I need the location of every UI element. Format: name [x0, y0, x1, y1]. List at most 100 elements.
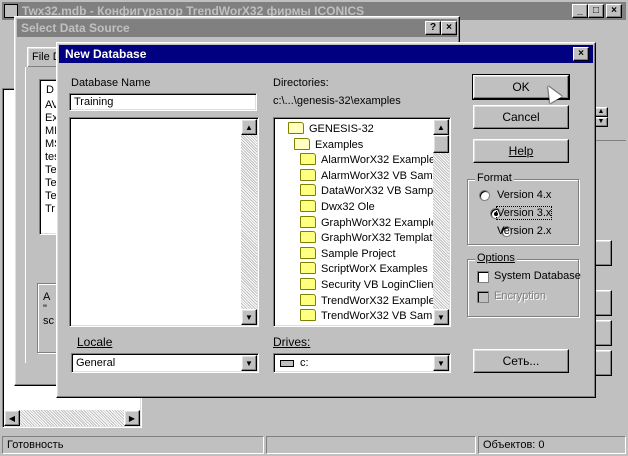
main-hscroll-right[interactable]: ▶	[124, 410, 140, 426]
drives-select[interactable]: c:	[273, 353, 451, 373]
close-button[interactable]: ×	[606, 4, 622, 18]
folder-icon	[300, 278, 316, 291]
main-spin-up[interactable]: ▲	[594, 107, 608, 117]
directory-tree-label: TrendWorX32 VB Samp	[321, 310, 439, 323]
dsn-list-header: D	[46, 84, 54, 96]
system-database-label[interactable]: System Database	[494, 270, 581, 282]
dir-scroll-thumb[interactable]	[433, 135, 449, 153]
description-text: A	[43, 291, 51, 303]
maximize-button[interactable]: □	[588, 4, 604, 18]
status-panel-right: Объектов: 0	[478, 436, 626, 454]
main-hscroll-track[interactable]	[4, 410, 140, 426]
directory-tree-item[interactable]: GraphWorX32 Template	[300, 231, 439, 246]
directory-tree-item[interactable]: TrendWorX32 Examples	[300, 293, 441, 309]
options-group	[467, 259, 579, 317]
directory-tree-label: AlarmWorX32 VB Sampl	[321, 169, 442, 182]
main-side-button-2[interactable]	[594, 290, 612, 316]
directory-path: c:\...\genesis-32\examples	[273, 95, 401, 107]
db-list-scroll-down[interactable]: ▼	[241, 309, 257, 325]
help-button[interactable]: Help	[473, 139, 569, 163]
main-side-button-1[interactable]	[594, 240, 612, 266]
options-label: Options	[475, 252, 517, 264]
directory-tree-label: DataWorX32 VB Sample	[321, 185, 442, 198]
select-help-button[interactable]: ?	[425, 21, 441, 35]
directory-tree-item[interactable]: DataWorX32 VB Sample	[300, 184, 442, 199]
folder-icon	[300, 200, 316, 213]
dir-scroll-up[interactable]: ▲	[433, 119, 449, 135]
dsn-list-item[interactable]: Te	[45, 190, 57, 202]
network-button[interactable]: Сеть...	[473, 349, 569, 373]
db-name-input[interactable]	[69, 93, 257, 111]
directory-tree-item[interactable]: Security VB LoginClient	[300, 278, 437, 293]
locale-label: Locale	[77, 335, 113, 349]
db-list-vscroll[interactable]	[241, 119, 257, 325]
main-spin-down[interactable]: ▼	[594, 117, 608, 127]
drives-value: c:	[300, 357, 309, 369]
folder-icon	[300, 293, 316, 306]
directory-tree-item[interactable]: Sample Project	[300, 246, 396, 262]
directory-tree-label: GraphWorX32 Examples	[321, 216, 443, 229]
status-panel-mid	[266, 436, 476, 454]
locale-dropdown-arrow[interactable]: ▼	[241, 355, 257, 371]
directory-tree-item[interactable]: ScriptWorX Examples	[300, 262, 428, 277]
directory-tree-item[interactable]: GraphWorX32 Examples	[300, 215, 443, 231]
minimize-button[interactable]: _	[572, 4, 588, 18]
dir-scroll-down[interactable]: ▼	[433, 309, 449, 325]
main-hscroll-left[interactable]: ◀	[4, 410, 20, 426]
status-text: Готовность	[7, 439, 64, 451]
directory-tree-label: ScriptWorX Examples	[321, 263, 428, 276]
encryption-label: Encryption	[494, 290, 546, 302]
directory-tree-item[interactable]: GENESIS-32	[288, 122, 374, 137]
locale-select[interactable]: General	[71, 353, 259, 373]
directory-tree-label: Examples	[315, 138, 364, 151]
select-dialog-title: Select Data Source	[21, 21, 130, 35]
folder-icon	[300, 246, 316, 259]
directory-tree-item[interactable]: AlarmWorX32 Examples	[300, 153, 441, 168]
cancel-button[interactable]: Cancel	[473, 105, 569, 129]
folder-icon	[300, 153, 316, 166]
directory-tree-label: AlarmWorX32 Examples	[321, 154, 441, 167]
dsn-list-item[interactable]: Tr	[45, 203, 55, 215]
directory-tree-label: TrendWorX32 Examples	[321, 294, 441, 307]
new-db-close-button[interactable]: ×	[573, 47, 589, 61]
folder-icon	[300, 168, 316, 181]
drives-label: Drives:	[273, 335, 311, 349]
select-dialog-title-bar[interactable]: Select Data Source ? ×	[17, 19, 457, 37]
main-side-button-3[interactable]	[594, 320, 612, 346]
directory-tree-label: Dwx32 Ole	[321, 201, 375, 213]
format-radio-label[interactable]: Version 3.x	[495, 206, 553, 220]
directory-tree-label: Security VB LoginClient	[321, 279, 437, 291]
folder-icon	[300, 262, 316, 275]
folder-icon	[300, 231, 316, 244]
new-db-title-bar[interactable]: New Database ×	[59, 45, 593, 63]
db-name-label: Database Name	[71, 77, 151, 89]
db-list-scroll-up[interactable]: ▲	[241, 119, 257, 135]
system-database-checkbox[interactable]	[477, 271, 489, 283]
dsn-list-item[interactable]: Te	[45, 177, 57, 189]
directory-tree[interactable]: GENESIS-32 Examples AlarmWorX32 Examples Al…	[273, 117, 451, 327]
new-database-dialog: New Database × Database Name ▲ ▼ Directo…	[56, 42, 596, 398]
directories-label: Directories:	[273, 77, 329, 89]
locale-value: General	[76, 357, 116, 369]
directory-tree-item[interactable]: TrendWorX32 VB Samp	[300, 309, 438, 324]
directory-tree-item[interactable]: Dwx32 Ole	[300, 200, 375, 215]
description-text: "	[43, 303, 47, 315]
directory-tree-item[interactable]: AlarmWorX32 VB Sampl	[300, 168, 442, 184]
description-text: sc	[43, 315, 54, 327]
dsn-list-item[interactable]: Te	[45, 164, 57, 176]
folder-icon	[300, 184, 316, 197]
directory-tree-label: GraphWorX32 Template	[321, 232, 439, 245]
folder-open-icon	[294, 137, 310, 150]
new-db-title: New Database	[65, 47, 147, 61]
format-radio-4[interactable]	[479, 190, 490, 201]
encryption-checkbox	[477, 291, 489, 303]
main-side-button-4[interactable]	[594, 350, 612, 376]
format-label: Format	[475, 172, 514, 184]
drives-dropdown-arrow[interactable]: ▼	[433, 355, 449, 371]
drive-icon	[280, 360, 294, 367]
format-radio-label[interactable]: Version 2.x	[497, 225, 551, 237]
format-radio-label[interactable]: Version 4.x	[497, 189, 551, 201]
select-close-button[interactable]: ×	[441, 21, 457, 35]
db-file-list[interactable]	[69, 117, 259, 327]
directory-tree-item[interactable]: Examples	[294, 137, 364, 153]
